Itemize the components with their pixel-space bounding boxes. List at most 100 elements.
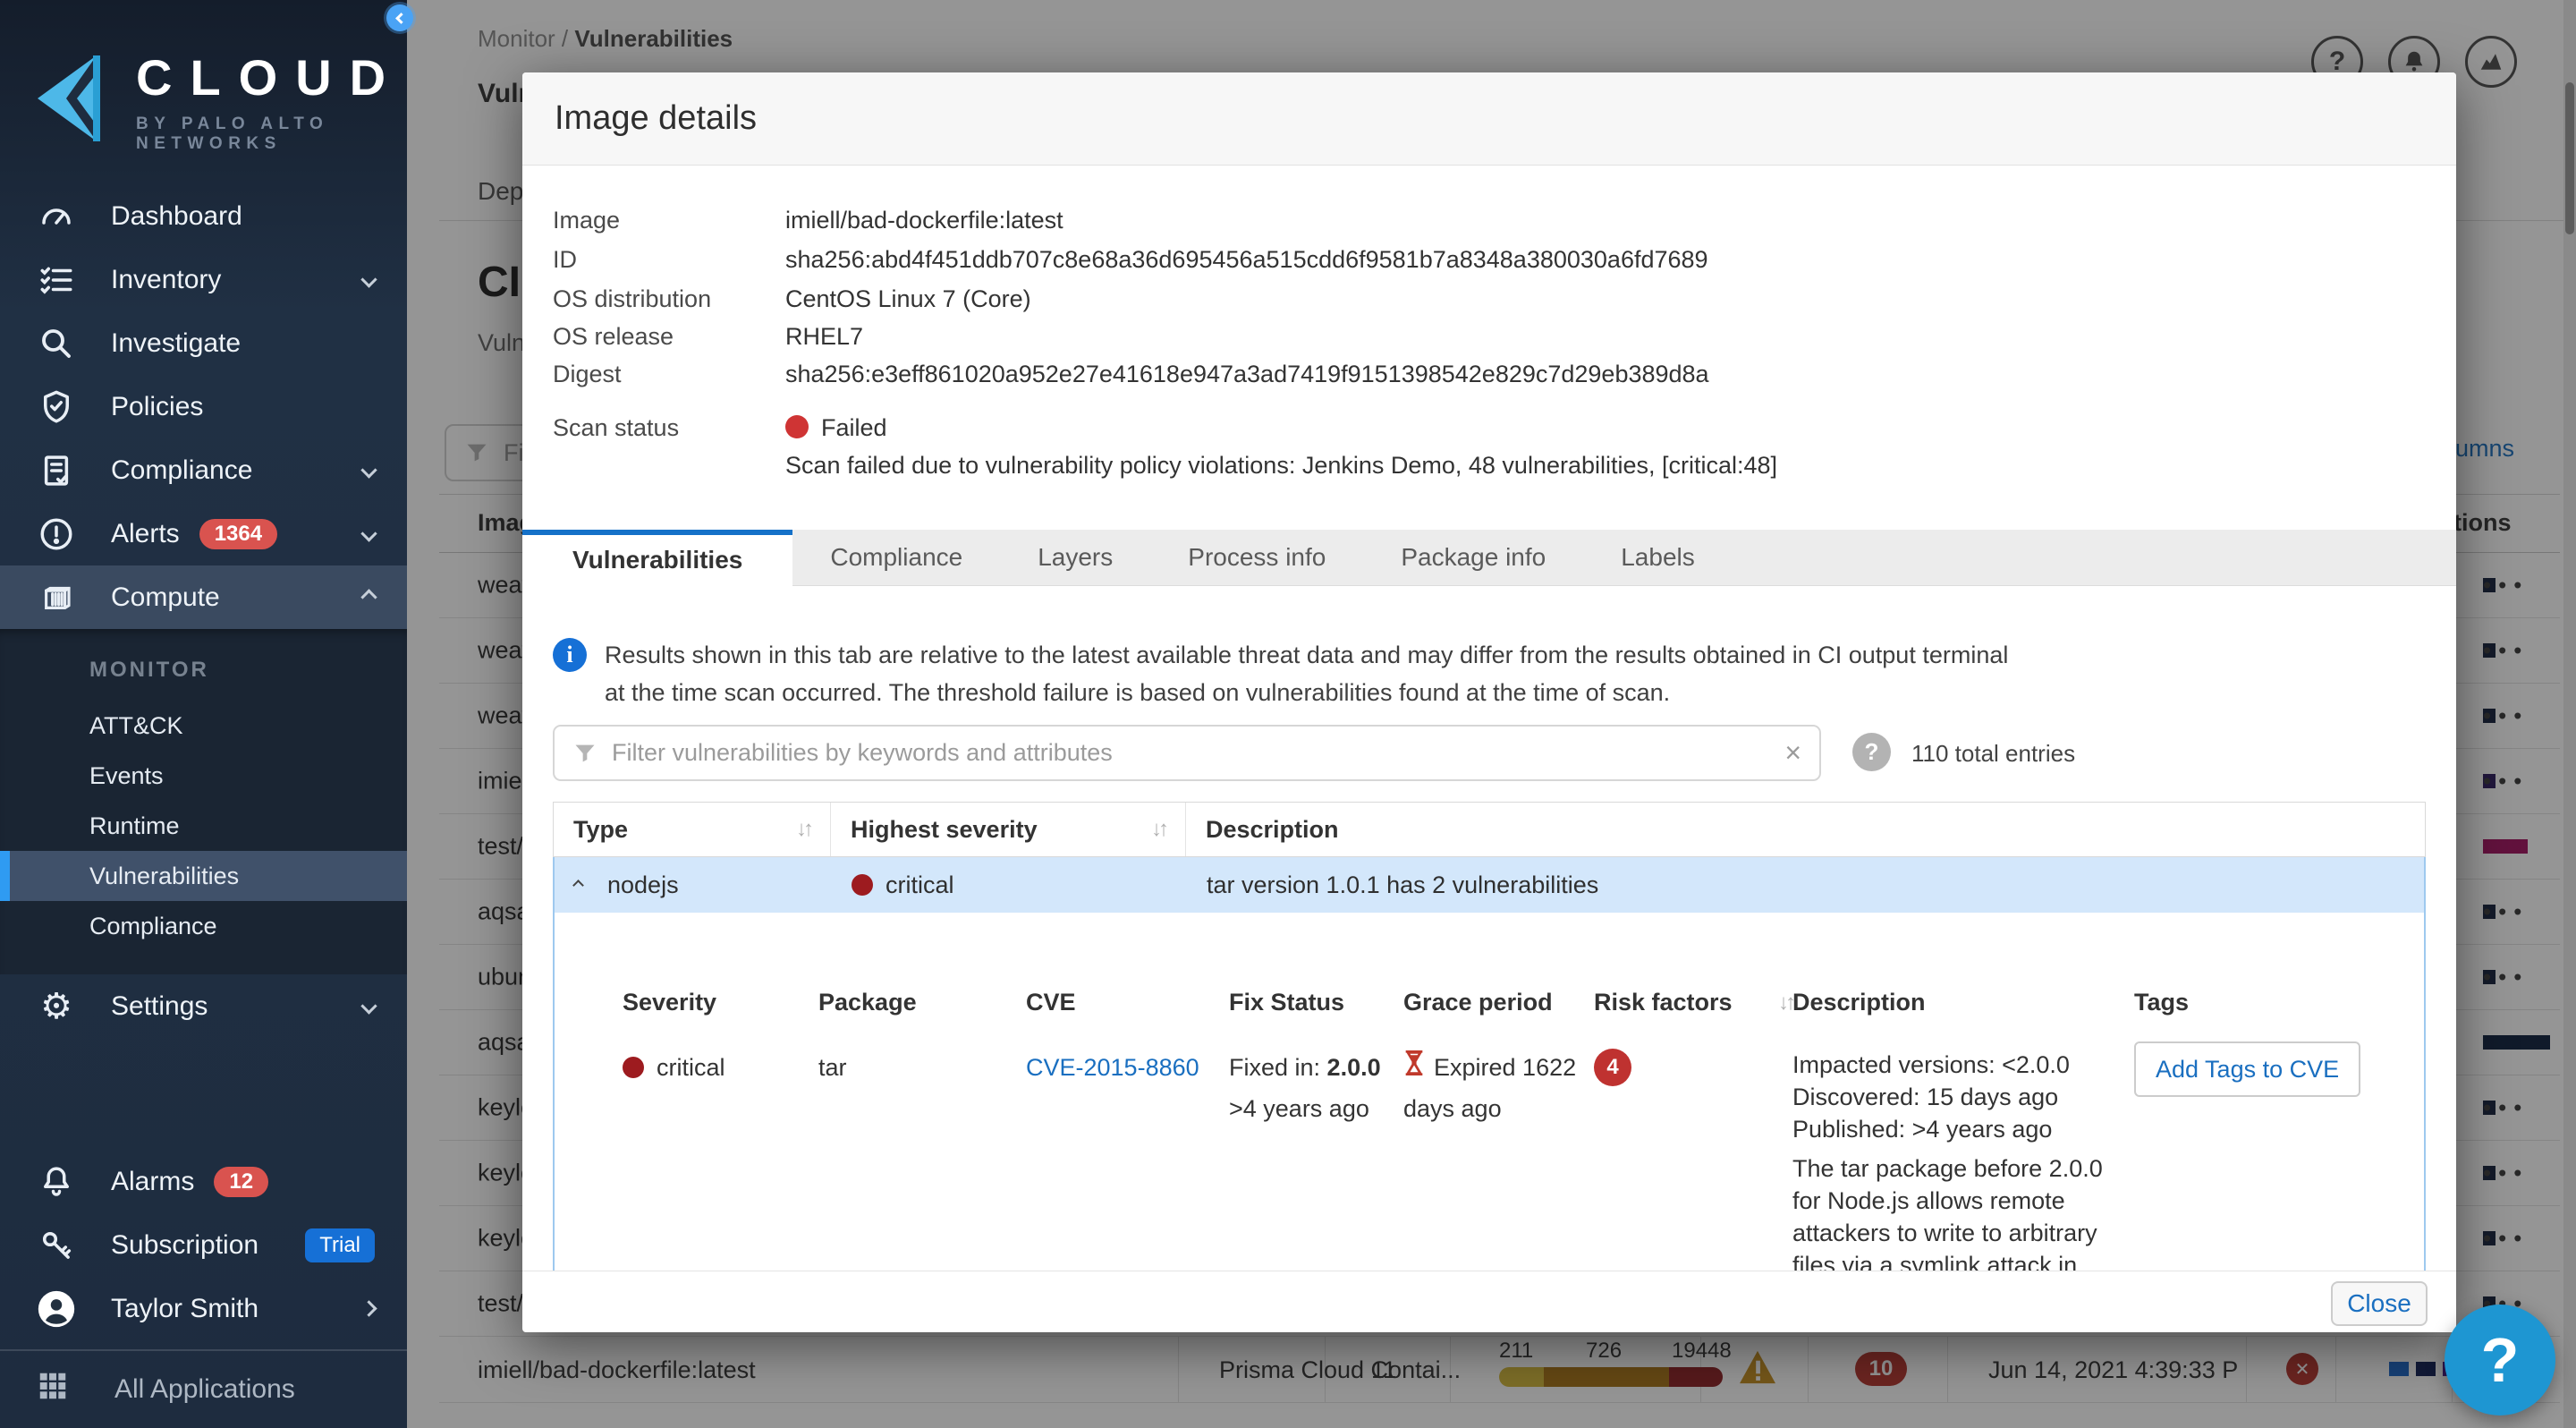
field-label-os-distribution: OS distribution: [553, 285, 711, 313]
detail-column-tags: Tags: [2134, 989, 2402, 1016]
detail-grace-period: Expired 1622 days ago: [1403, 1049, 1594, 1271]
apps-grid-icon: [36, 1369, 70, 1410]
sidebar-item-vulnerabilities[interactable]: Vulnerabilities: [0, 851, 407, 901]
chevron-right-icon: [360, 1300, 377, 1316]
column-highest-severity[interactable]: Highest severity↓↑: [831, 803, 1186, 856]
hourglass-icon: [1403, 1050, 1425, 1075]
sort-icon[interactable]: ↓↑: [780, 817, 810, 842]
sidebar-collapse-button[interactable]: [386, 4, 413, 31]
document-check-icon: [36, 450, 77, 491]
help-fab-button[interactable]: ?: [2445, 1305, 2555, 1415]
trial-badge: Trial: [305, 1228, 375, 1262]
sidebar-item-alerts[interactable]: Alerts 1364: [0, 502, 407, 565]
tab-process-info[interactable]: Process info: [1150, 530, 1363, 585]
vulnerabilities-table: Type↓↑ Highest severity↓↑ Description no…: [553, 802, 2426, 913]
detail-tags: Add Tags to CVE: [2134, 1041, 2402, 1271]
sidebar-item-policies[interactable]: Policies: [0, 375, 407, 438]
scan-status-detail: Scan failed due to vulnerability policy …: [785, 452, 1777, 480]
magnifier-icon: [36, 323, 77, 364]
tab-compliance[interactable]: Compliance: [792, 530, 1000, 585]
field-label-digest: Digest: [553, 361, 622, 388]
sidebar-item-events[interactable]: Events: [0, 751, 407, 801]
detail-column-fix-status: Fix Status: [1229, 989, 1403, 1016]
field-label-id: ID: [553, 246, 577, 274]
alert-circle-icon: [36, 514, 77, 555]
collapse-row-icon[interactable]: [572, 880, 584, 891]
chevron-up-icon: [360, 590, 377, 606]
field-value-image: imiell/bad-dockerfile:latest: [785, 207, 1063, 234]
detail-column-risk-factors[interactable]: Risk factors↓↑: [1594, 989, 1792, 1016]
shield-check-icon: [36, 387, 77, 428]
brand-logo: CLOUD BY PALO ALTO NETWORKS: [0, 0, 407, 184]
total-entries: 110 total entries: [1911, 740, 2075, 768]
image-details-modal: Image details Image imiell/bad-dockerfil…: [522, 72, 2456, 1332]
sort-icon[interactable]: ↓↑: [1135, 817, 1165, 842]
brand-byline: BY PALO ALTO NETWORKS: [136, 115, 403, 154]
sidebar-item-compliance[interactable]: Compliance: [0, 438, 407, 502]
prisma-logo-icon: [30, 43, 116, 150]
tab-labels[interactable]: Labels: [1583, 530, 1733, 585]
clear-filter-icon[interactable]: ×: [1784, 736, 1801, 769]
sidebar-item-investigate[interactable]: Investigate: [0, 311, 407, 375]
detail-risk-factors: 4: [1594, 1049, 1792, 1271]
modal-title: Image details: [555, 99, 757, 138]
filter-input[interactable]: [612, 739, 1784, 767]
field-value-digest: sha256:e3eff861020a952e27e41618e947a3ad7…: [785, 361, 1709, 388]
chevron-down-icon: [360, 272, 377, 288]
scan-status-value: Failed: [785, 414, 887, 442]
column-type[interactable]: Type↓↑: [554, 803, 831, 856]
close-button[interactable]: Close: [2331, 1281, 2428, 1326]
field-label-os-release: OS release: [553, 323, 674, 351]
vulnerability-row-nodejs[interactable]: nodejs critical tar version 1.0.1 has 2 …: [553, 857, 2426, 913]
sidebar-item-alarms[interactable]: Alarms 12: [0, 1150, 407, 1213]
detail-column-description: Description: [1792, 989, 2134, 1016]
sidebar-item-dashboard[interactable]: Dashboard: [0, 184, 407, 248]
table-header-row: Type↓↑ Highest severity↓↑ Description: [553, 802, 2426, 857]
chevron-left-icon: [395, 13, 407, 24]
field-value-os-distribution: CentOS Linux 7 (Core): [785, 285, 1031, 313]
info-icon: i: [553, 638, 587, 672]
sidebar-item-user[interactable]: Taylor Smith: [0, 1277, 407, 1340]
avatar-icon: [36, 1288, 77, 1330]
bell-icon: [36, 1161, 77, 1203]
detail-column-package: Package: [818, 989, 1026, 1016]
info-note: Results shown in this tab are relative t…: [605, 636, 2008, 711]
sidebar-item-settings[interactable]: ⚙ Settings: [0, 974, 407, 1038]
tab-package-info[interactable]: Package info: [1363, 530, 1583, 585]
sidebar-item-inventory[interactable]: Inventory: [0, 248, 407, 311]
field-label-image: Image: [553, 207, 620, 234]
alerts-count-badge: 1364: [199, 519, 277, 549]
field-label-scan-status: Scan status: [553, 414, 679, 442]
sidebar-spacer: [0, 1038, 407, 1150]
detail-column-severity: Severity: [623, 989, 818, 1016]
sidebar: CLOUD BY PALO ALTO NETWORKS Dashboard In…: [0, 0, 407, 1428]
add-tags-to-cve-button[interactable]: Add Tags to CVE: [2134, 1041, 2360, 1097]
tab-vulnerabilities[interactable]: Vulnerabilities: [522, 530, 792, 586]
sidebar-item-subscription[interactable]: Subscription Trial: [0, 1213, 407, 1277]
sidebar-item-all-applications[interactable]: All Applications: [0, 1349, 407, 1428]
column-description[interactable]: Description: [1186, 803, 2425, 856]
sidebar-item-compute[interactable]: Compute: [0, 565, 407, 629]
risk-count-badge[interactable]: 4: [1594, 1049, 1631, 1086]
cve-link: CVE-2015-8860: [1026, 1049, 1229, 1271]
detail-description: Impacted versions: <2.0.0 Discovered: 15…: [1792, 1049, 2134, 1271]
sort-icon[interactable]: ↓↑: [1762, 990, 1792, 1016]
sidebar-item-runtime[interactable]: Runtime: [0, 801, 407, 851]
critical-severity-dot: [852, 874, 873, 896]
chevron-down-icon: [360, 526, 377, 542]
field-value-id: sha256:abd4f451ddb707c8e68a36d695456a515…: [785, 246, 1708, 274]
funnel-icon: [572, 741, 597, 766]
gear-icon: ⚙: [36, 986, 77, 1027]
detail-fix-status: Fixed in: 2.0.0 >4 years ago: [1229, 1049, 1403, 1271]
key-icon: [36, 1225, 77, 1266]
vulnerability-filter[interactable]: ×: [553, 725, 1821, 781]
failed-status-dot: [785, 415, 809, 438]
sidebar-item-compliance-monitor[interactable]: Compliance: [0, 901, 407, 951]
monitor-section-label: MONITOR: [0, 634, 407, 701]
detail-package: tar: [818, 1049, 1026, 1271]
sidebar-item-attck[interactable]: ATT&CK: [0, 701, 407, 751]
chevron-down-icon: [360, 999, 377, 1015]
filter-help-icon[interactable]: ?: [1852, 733, 1891, 771]
chevron-down-icon: [360, 463, 377, 479]
tab-layers[interactable]: Layers: [1000, 530, 1150, 585]
